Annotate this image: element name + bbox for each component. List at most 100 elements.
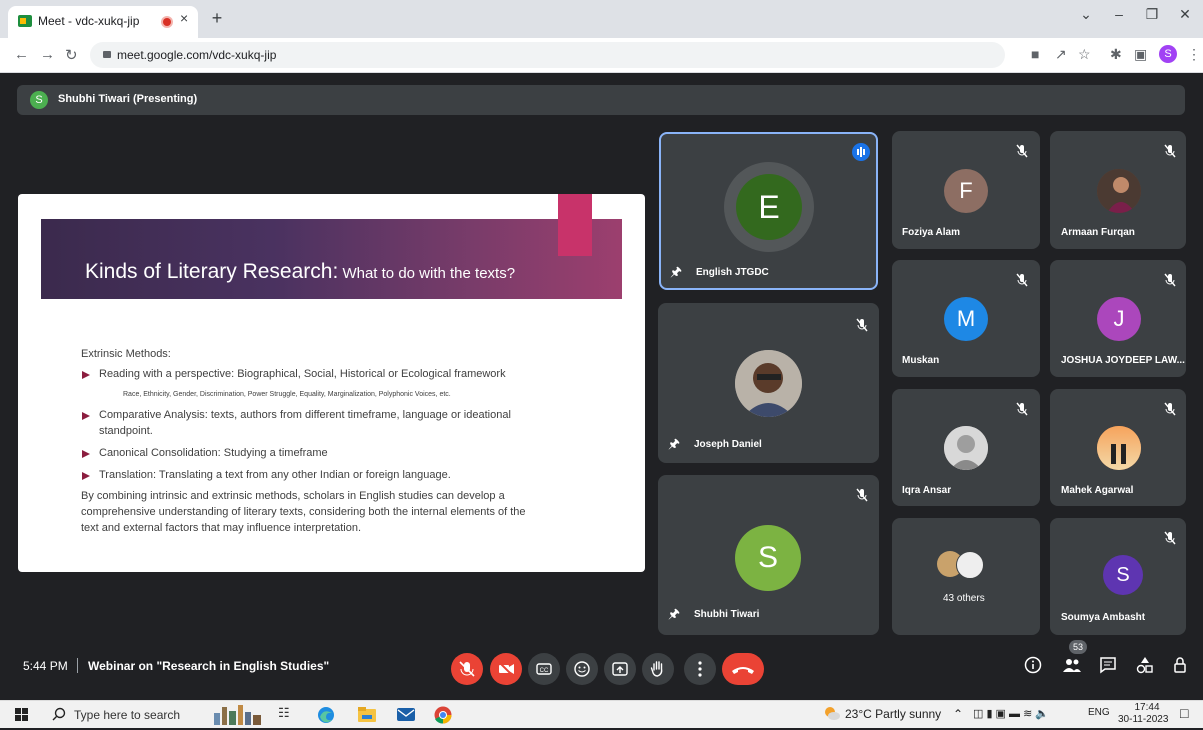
chat-icon xyxy=(1100,657,1116,674)
side-panel-icon[interactable]: ▣ xyxy=(1134,46,1147,63)
people-icon xyxy=(1063,659,1081,672)
taskbar-date[interactable]: 30-11-2023 xyxy=(1118,714,1168,725)
present-now-button[interactable] xyxy=(604,653,636,685)
host-controls-button[interactable] xyxy=(1172,656,1190,679)
url-text[interactable]: meet.google.com/vdc-xukq-jip xyxy=(117,48,276,62)
taskbar-time[interactable]: 17:44 xyxy=(1127,702,1167,713)
profile-avatar[interactable]: S xyxy=(1159,45,1177,63)
activities-shapes-icon xyxy=(1136,657,1153,674)
recording-indicator-icon xyxy=(163,18,171,26)
participant-tile-english-jtgdc[interactable]: E 🖈 English JTGDC xyxy=(659,132,878,290)
pin-icon[interactable]: 🖈 xyxy=(668,605,680,627)
windows-start-icon[interactable] xyxy=(15,708,28,726)
meeting-title: Webinar on "Research in English Studies" xyxy=(88,659,330,673)
extensions-puzzle-icon[interactable]: ✱ xyxy=(1110,46,1122,63)
presenting-bar: S Shubhi Tiwari (Presenting) xyxy=(17,85,1185,115)
weather-text[interactable]: 23°C Partly sunny xyxy=(845,707,941,721)
browser-tab-strip: Meet - vdc-xukq-jip × + ⌄ – ❐ ✕ xyxy=(0,0,1203,38)
presenting-label: Shubhi Tiwari (Presenting) xyxy=(58,93,198,105)
taskbar-search[interactable]: Type here to search xyxy=(44,704,194,725)
camera-in-use-icon[interactable]: ■ xyxy=(1031,46,1039,62)
bullet-arrow-icon xyxy=(82,371,90,379)
browser-tab[interactable]: Meet - vdc-xukq-jip × xyxy=(8,6,198,38)
participant-name: Armaan Furqan xyxy=(1061,227,1135,238)
maximize-button[interactable]: ❐ xyxy=(1137,6,1167,23)
info-icon xyxy=(1024,656,1042,674)
mail-icon[interactable] xyxy=(397,706,415,727)
presenter-avatar: S xyxy=(30,91,48,109)
language-indicator[interactable]: ENG xyxy=(1088,707,1110,718)
forward-arrow-icon[interactable]: → xyxy=(40,46,55,63)
participant-name: Mahek Agarwal xyxy=(1061,485,1134,496)
slide-title-sub: What to do with the texts? xyxy=(338,265,516,282)
svg-text:CC: CC xyxy=(540,668,549,674)
mic-off-icon xyxy=(1164,273,1176,287)
raise-hand-button[interactable] xyxy=(642,653,674,685)
tab-close-button[interactable]: × xyxy=(180,10,188,26)
chat-button[interactable] xyxy=(1099,656,1117,679)
weather-icon[interactable] xyxy=(822,704,840,725)
participant-tile-foziya-alam[interactable]: F Foziya Alam xyxy=(892,131,1040,249)
chrome-icon[interactable] xyxy=(434,706,452,729)
tray-app-icons[interactable]: ◫ ▮ ▣ ▬ ≋ 🔈 xyxy=(973,707,1049,720)
back-arrow-icon[interactable]: ← xyxy=(14,46,29,63)
participant-tile-mahek-agarwal[interactable]: Mahek Agarwal xyxy=(1050,389,1186,506)
reactions-button[interactable] xyxy=(566,653,598,685)
bookmark-star-icon[interactable]: ☆ xyxy=(1078,46,1091,63)
slide-paragraph-line-3: text and external factors that may influ… xyxy=(81,522,362,534)
file-explorer-icon[interactable] xyxy=(358,706,376,727)
leave-call-button[interactable] xyxy=(722,653,764,685)
slide-accent-bar xyxy=(558,194,592,256)
captions-button[interactable]: CC xyxy=(528,653,560,685)
minimize-button[interactable]: – xyxy=(1104,6,1134,22)
mic-off-icon xyxy=(856,488,868,502)
more-options-button[interactable] xyxy=(684,653,716,685)
pin-icon[interactable]: 🖈 xyxy=(668,435,680,457)
mic-off-icon xyxy=(1016,144,1028,158)
participant-tile-armaan-furqan[interactable]: Armaan Furqan xyxy=(1050,131,1186,249)
meeting-details-button[interactable] xyxy=(1024,656,1042,679)
participant-tile-shubhi-tiwari[interactable]: S 🖈 Shubhi Tiwari xyxy=(658,475,879,635)
people-button[interactable] xyxy=(1062,656,1082,679)
present-screen-icon xyxy=(612,662,628,676)
meet-favicon-icon xyxy=(18,15,32,27)
avatar: J xyxy=(1097,297,1141,341)
tab-search-chevron-icon[interactable]: ⌄ xyxy=(1071,6,1101,23)
divider xyxy=(77,658,78,673)
avatar-photo xyxy=(1097,426,1141,470)
close-window-button[interactable]: ✕ xyxy=(1170,6,1200,23)
notifications-icon[interactable]: □ xyxy=(1180,705,1188,721)
browser-menu-icon[interactable]: ⋮ xyxy=(1187,46,1201,63)
mic-off-icon xyxy=(1164,144,1176,158)
reload-icon[interactable]: ↻ xyxy=(65,46,78,64)
activities-button[interactable] xyxy=(1136,656,1154,679)
slide-bullet-3: Canonical Consolidation: Studying a time… xyxy=(99,447,328,459)
participant-tile-muskan[interactable]: M Muskan xyxy=(892,260,1040,377)
share-icon[interactable]: ↗ xyxy=(1055,46,1067,63)
slide-title-band xyxy=(41,219,622,299)
task-view-icon[interactable]: ☷ xyxy=(278,705,290,721)
slide-sub-note: Race, Ethnicity, Gender, Discrimination,… xyxy=(123,391,451,398)
participant-tile-iqra-ansar[interactable]: Iqra Ansar xyxy=(892,389,1040,506)
city-widget-icon[interactable] xyxy=(212,703,264,730)
participant-tile-others[interactable]: 43 others xyxy=(892,518,1040,635)
edge-icon[interactable] xyxy=(317,706,335,729)
avatar-photo xyxy=(1097,169,1141,213)
avatar-photo xyxy=(956,551,984,579)
participant-tile-joseph-daniel[interactable]: 🖈 Joseph Daniel xyxy=(658,303,879,463)
camera-off-icon xyxy=(498,661,514,677)
participant-tile-joshua-joydeep[interactable]: J JOSHUA JOYDEEP LAW... xyxy=(1050,260,1186,377)
camera-toggle-button[interactable] xyxy=(490,653,522,685)
mic-toggle-button[interactable] xyxy=(451,653,483,685)
people-count-badge: 53 xyxy=(1069,640,1087,654)
mic-off-icon xyxy=(1016,273,1028,287)
participant-tile-soumya-ambasht[interactable]: S Soumya Ambasht xyxy=(1050,518,1186,635)
lock-icon[interactable] xyxy=(103,51,111,58)
tray-expand-chevron-icon[interactable]: ⌃ xyxy=(953,707,963,721)
bullet-arrow-icon xyxy=(82,412,90,420)
pin-icon[interactable]: 🖈 xyxy=(670,263,682,285)
mic-off-icon xyxy=(1016,402,1028,416)
host-lock-icon xyxy=(1174,657,1186,673)
participant-name: Iqra Ansar xyxy=(902,485,952,496)
new-tab-button[interactable]: + xyxy=(206,8,228,30)
